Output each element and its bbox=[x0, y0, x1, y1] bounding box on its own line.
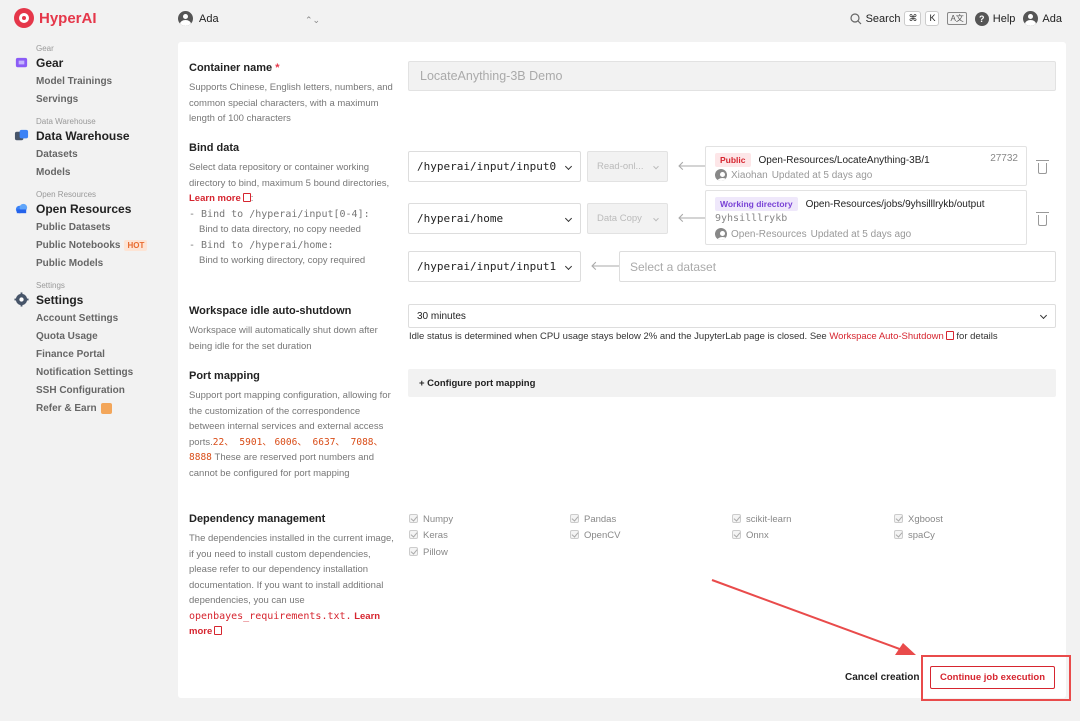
annotation-highlight-box bbox=[921, 655, 1071, 701]
annotation-overlay bbox=[711, 579, 916, 655]
annotation-arrow-line bbox=[711, 579, 906, 652]
